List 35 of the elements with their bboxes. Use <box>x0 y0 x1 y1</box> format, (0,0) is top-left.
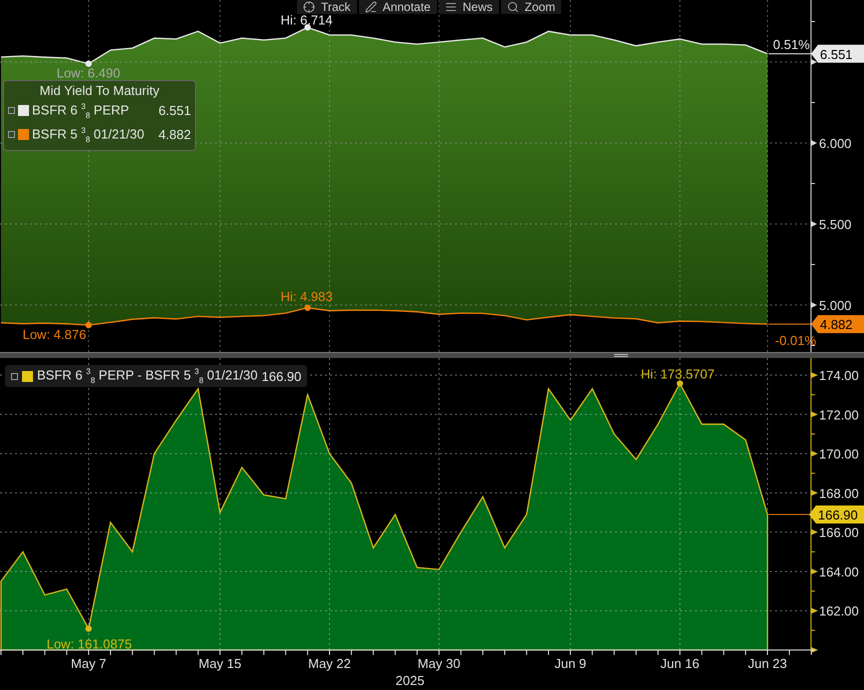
series-value: 4.882 <box>158 127 191 142</box>
axis-label: 5.000 <box>819 298 852 314</box>
axis-label: Jun 16 <box>660 656 700 671</box>
axis-label: 170.00 <box>819 446 859 462</box>
axis-label: Jun 9 <box>554 656 586 671</box>
axis-label: May 30 <box>418 656 460 671</box>
axis-label: 6.000 <box>819 136 852 152</box>
axis-label: 174.00 <box>819 368 859 384</box>
axis-label: May 15 <box>198 656 242 671</box>
change-label: 0.51% <box>773 36 810 52</box>
series-name: BSFR 6 $^{3}$$_{8}$ PERP - BSFR 5 $^{3}$$_{8}$ 01/21/30 <box>37 367 258 385</box>
axis-label: 5.500 <box>819 217 852 232</box>
axis-label: 166.00 <box>819 525 859 540</box>
axis-label: 164.00 <box>819 564 859 580</box>
annotation-label: Low: 6.490 <box>56 66 120 81</box>
annotation-label: Hi: 4.983 <box>280 288 333 304</box>
axis-label: May 7 <box>70 656 106 671</box>
series-name: BSFR 5 $^{3}$$_{8}$ 01/21/30 <box>32 124 146 146</box>
axis-title: 2025 <box>396 673 424 688</box>
annotation-label: Hi: 6.714 <box>280 12 333 28</box>
series-name: BSFR 6 $^{3}$$_{8}$ PERP <box>32 101 130 122</box>
value-tag: 6.551 <box>811 44 864 63</box>
axis-label: 168.00 <box>819 486 859 501</box>
axis-label: 162.00 <box>819 604 859 619</box>
value-tag: 4.882 <box>811 315 864 334</box>
axis-label: Jun 23 <box>748 656 788 671</box>
legend-title: Mid Yield To Maturity <box>38 83 160 99</box>
annotation-label: Low: 4.876 <box>22 327 86 342</box>
value-tag: 166.90 <box>809 506 864 524</box>
annotation-label: Hi: 173.5707 <box>640 366 715 382</box>
series-value: 6.551 <box>158 103 191 118</box>
series-value: 166.90 <box>262 368 302 384</box>
axis-label: 172.00 <box>819 407 859 422</box>
annotation-label: Low: 161.0875 <box>46 636 132 652</box>
axis-label: May 22 <box>308 656 351 671</box>
